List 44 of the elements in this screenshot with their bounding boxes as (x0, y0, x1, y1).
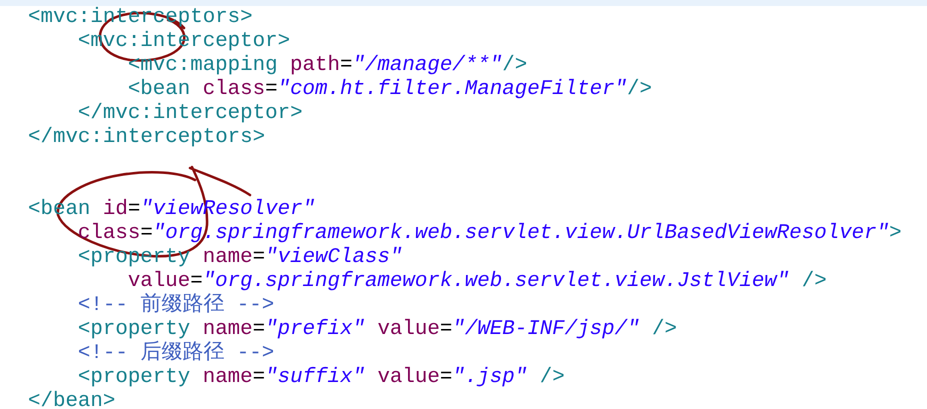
xml-tag: /> (627, 78, 652, 101)
equals-sign: = (265, 78, 278, 101)
xml-tag: /> (789, 270, 827, 293)
attribute-value: "suffix" (265, 366, 365, 389)
attribute-name: name (202, 366, 253, 389)
attribute-name: class (78, 222, 140, 245)
equals-sign: = (440, 318, 452, 341)
equals-sign: = (252, 318, 266, 341)
code-comment: <!-- 后缀路径 --> (78, 342, 274, 365)
xml-tag: <mvc:mapping (128, 54, 278, 77)
attribute-value: "com.ht.filter.ManageFilter" (278, 78, 628, 101)
equals-sign: = (252, 246, 266, 269)
attribute-value: "viewClass" (265, 246, 402, 269)
xml-tag: <property (78, 318, 190, 341)
attribute-name: value (128, 270, 190, 293)
xml-tag: /> (502, 54, 528, 77)
code-comment: <!-- 前缀路径 --> (78, 294, 274, 317)
attribute-name: value (376, 366, 440, 389)
attribute-name: name (202, 246, 253, 269)
equals-sign: = (440, 366, 452, 389)
attribute-name: id (102, 198, 128, 221)
attribute-name: path (289, 54, 340, 77)
xml-tag: </mvc:interceptor> (78, 102, 303, 125)
attribute-value: "/WEB-INF/jsp/" (452, 318, 640, 341)
attribute-value: "org.springframework.web.servlet.view.JstlView" (202, 270, 790, 293)
equals-sign: = (340, 54, 352, 77)
xml-tag: <property (78, 366, 190, 389)
xml-tag: /> (527, 366, 565, 389)
attribute-value: "/manage/**" (352, 54, 502, 77)
attribute-name: class (202, 78, 266, 101)
xml-tag: </mvc:interceptors> (28, 126, 266, 149)
attribute-value: "prefix" (265, 318, 365, 341)
equals-sign: = (128, 198, 140, 221)
xml-tag: > (889, 222, 902, 245)
attribute-name: value (376, 318, 440, 341)
equals-sign: = (140, 222, 153, 245)
equals-sign: = (252, 366, 266, 389)
equals-sign: = (190, 270, 203, 293)
xml-tag: /> (640, 318, 677, 341)
xml-tag: <bean (128, 78, 190, 101)
attribute-value: ".jsp" (452, 366, 528, 389)
xml-tag: </bean> (28, 390, 116, 409)
attribute-name: name (202, 318, 253, 341)
xml-tag: <property (78, 246, 190, 269)
